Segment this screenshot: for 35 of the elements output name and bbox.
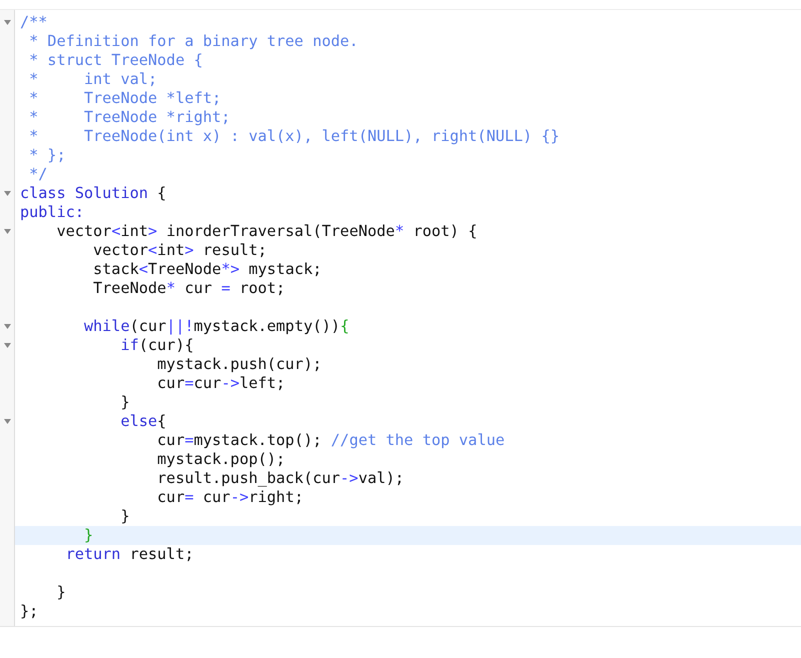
code-line: /**: [19, 13, 48, 32]
fold-icon[interactable]: [4, 419, 10, 424]
code-line: * TreeNode *right;: [28, 108, 232, 127]
code-line: * };: [28, 146, 67, 165]
code-line: public:: [19, 203, 86, 222]
code-line: mystack.pop();: [156, 450, 286, 469]
code-line: TreeNode* cur = root;: [92, 279, 286, 298]
code-line: };: [19, 602, 40, 621]
code-line: while(cur||!mystack.empty()){: [83, 317, 350, 336]
code-line: * Definition for a binary tree node.: [28, 32, 360, 51]
code-line: * TreeNode(int x) : val(x), left(NULL), right(NULL) {}: [28, 127, 560, 146]
code-line: class Solution {: [19, 184, 168, 203]
fold-icon[interactable]: [4, 343, 10, 348]
code-line: return result;: [64, 545, 195, 564]
fold-icon[interactable]: [4, 20, 10, 25]
code-line: }: [120, 507, 131, 526]
code-line: * struct TreeNode {: [28, 51, 204, 70]
fold-icon[interactable]: [4, 324, 10, 329]
code-line: * TreeNode *left;: [28, 89, 222, 108]
code-line: result.push_back(cur->val);: [156, 469, 406, 488]
code-line: cur=mystack.top(); //get the top value: [156, 431, 506, 450]
code-line: vector<int> result;: [92, 241, 268, 260]
code-line: mystack.push(cur);: [156, 355, 323, 374]
code-line: stack<TreeNode*> mystack;: [92, 260, 323, 279]
code-line: * int val;: [28, 70, 158, 89]
code-line: }: [120, 393, 131, 412]
code-line: if(cur){: [120, 336, 195, 355]
code-line: cur= cur->right;: [156, 488, 304, 507]
code-line: }: [56, 583, 67, 602]
code-line: */: [28, 165, 48, 184]
fold-icon[interactable]: [4, 191, 10, 196]
code-line: else{: [120, 412, 168, 431]
fold-icon[interactable]: [4, 229, 10, 234]
code-line: vector<int> inorderTraversal(TreeNode* root) {: [56, 222, 478, 241]
code-line: cur=cur->left;: [156, 374, 286, 393]
